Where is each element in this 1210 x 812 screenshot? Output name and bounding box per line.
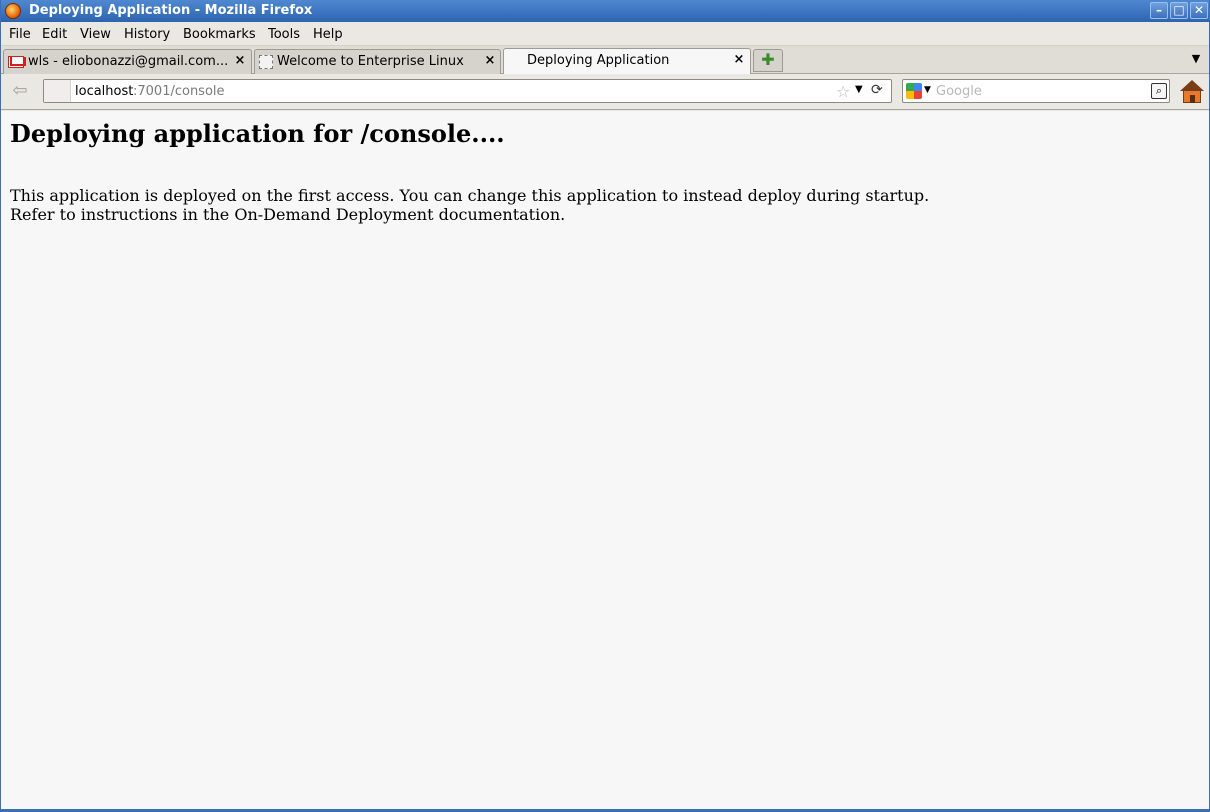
- menu-help[interactable]: Help: [313, 27, 343, 42]
- google-engine-icon[interactable]: [906, 83, 922, 99]
- title-bar: Deploying Application - Mozilla Firefox …: [1, 0, 1209, 22]
- site-identity-icon[interactable]: [44, 80, 71, 102]
- tab-label: wls - eliobonazzi@gmail.com...: [28, 54, 229, 69]
- menu-bookmarks[interactable]: Bookmarks: [183, 27, 256, 42]
- close-tab-icon[interactable]: ×: [733, 53, 745, 67]
- maximize-button[interactable]: □: [1170, 2, 1188, 19]
- tab-label: Welcome to Enterprise Linux: [277, 54, 464, 69]
- close-tab-icon[interactable]: ×: [234, 54, 246, 68]
- url-bar[interactable]: localhost :7001/console ☆ ▼ ⟳: [43, 79, 892, 103]
- body-line-2: Refer to instructions in the On-Demand D…: [10, 205, 566, 224]
- window-title: Deploying Application - Mozilla Firefox: [29, 3, 313, 18]
- menu-file[interactable]: File: [9, 27, 31, 42]
- menu-edit[interactable]: Edit: [42, 27, 67, 42]
- engine-dropdown-icon[interactable]: ▼: [924, 85, 931, 95]
- menu-view[interactable]: View: [80, 27, 111, 42]
- page-content: Deploying application for /console.... T…: [1, 111, 1209, 809]
- tab-gmail[interactable]: wls - eliobonazzi@gmail.com... ×: [3, 49, 252, 74]
- tab-deploying-application[interactable]: Deploying Application ×: [503, 48, 751, 74]
- menu-bar: File Edit View History Bookmarks Tools H…: [1, 22, 1209, 46]
- tab-label: Deploying Application: [527, 53, 670, 68]
- navigation-toolbar: ⇦ localhost :7001/console ☆ ▼ ⟳ ▼ ⌕: [1, 75, 1209, 110]
- menu-history[interactable]: History: [124, 27, 170, 42]
- back-arrow-icon[interactable]: ⇦: [9, 82, 31, 102]
- list-all-tabs-icon[interactable]: ▼: [1189, 53, 1203, 65]
- firefox-icon: [5, 3, 21, 19]
- close-tab-icon[interactable]: ×: [484, 54, 496, 68]
- search-bar[interactable]: ▼ ⌕: [902, 79, 1170, 103]
- blank-page-icon: [259, 55, 273, 69]
- tab-enterprise-linux[interactable]: Welcome to Enterprise Linux ×: [254, 49, 501, 74]
- home-icon-door: [1190, 95, 1195, 103]
- url-history-dropdown-icon[interactable]: ▼: [855, 84, 863, 95]
- search-input[interactable]: [936, 82, 1146, 100]
- gmail-icon: [8, 56, 26, 68]
- reload-icon[interactable]: ⟳: [871, 82, 883, 98]
- body-line-1: This application is deployed on the firs…: [10, 186, 930, 205]
- page-heading: Deploying application for /console....: [10, 119, 505, 148]
- browser-window: Deploying Application - Mozilla Firefox …: [0, 0, 1210, 812]
- home-button[interactable]: [1179, 80, 1205, 104]
- menu-tools[interactable]: Tools: [268, 27, 300, 42]
- close-window-button[interactable]: ✕: [1190, 2, 1208, 19]
- bookmark-star-icon[interactable]: ☆: [836, 82, 850, 101]
- minimize-button[interactable]: –: [1150, 2, 1168, 19]
- new-tab-button[interactable]: ✚: [753, 49, 783, 72]
- page-body-text: This application is deployed on the firs…: [10, 186, 929, 224]
- url-path: :7001/console: [133, 84, 225, 99]
- url-host: localhost: [75, 84, 134, 99]
- tab-bar: wls - eliobonazzi@gmail.com... × Welcome…: [1, 46, 1209, 74]
- search-go-icon[interactable]: ⌕: [1151, 83, 1167, 99]
